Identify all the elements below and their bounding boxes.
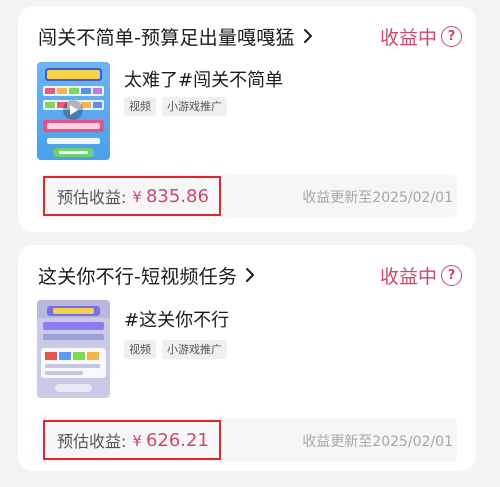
task-description: 太难了#闯关不简单 — [124, 70, 284, 91]
tag-video: 视频 — [124, 97, 156, 116]
income-label: 预估收益: — [57, 188, 127, 207]
estimated-income: 预估收益: ¥835.86 — [43, 176, 221, 216]
chevron-right-icon[interactable] — [303, 28, 313, 44]
chevron-right-icon[interactable] — [245, 267, 255, 283]
estimated-income: 预估收益: ¥626.21 — [43, 420, 221, 460]
game-thumbnail[interactable] — [37, 300, 110, 398]
tag-list: 视频 小游戏推广 — [124, 97, 227, 116]
update-time: 收益更新至2025/02/01 — [302, 190, 453, 206]
task-header[interactable]: 闯关不简单-预算足出量嘎嘎猛 收益中 ? — [38, 20, 462, 52]
question-circle-icon[interactable]: ? — [441, 264, 462, 286]
income-label: 预估收益: — [57, 432, 127, 451]
task-header[interactable]: 这关你不行-短视频任务 收益中 ? — [38, 259, 462, 291]
status-text: 收益中 — [379, 26, 437, 49]
currency-symbol: ¥ — [132, 431, 142, 450]
task-description: #这关你不行 — [124, 310, 230, 331]
status-text: 收益中 — [379, 265, 437, 288]
income-amount: 626.21 — [145, 429, 209, 451]
tag-video: 视频 — [124, 340, 156, 359]
status-badge: 收益中 ? — [380, 23, 462, 50]
currency-symbol: ¥ — [132, 187, 142, 206]
task-title[interactable]: 这关你不行-短视频任务 — [38, 262, 237, 289]
play-icon — [63, 100, 83, 120]
task-title[interactable]: 闯关不简单-预算足出量嘎嘎猛 — [38, 23, 295, 50]
game-thumbnail[interactable] — [37, 62, 110, 160]
question-circle-icon[interactable]: ? — [441, 25, 462, 47]
income-amount: 835.86 — [145, 185, 209, 207]
task-card[interactable]: 这关你不行-短视频任务 收益中 ? #这关你不行 视频 小游戏推广 预估收益: … — [18, 245, 476, 471]
task-card[interactable]: 闯关不简单-预算足出量嘎嘎猛 收益中 ? 太难了#闯关不简单 视频 小游戏推广 … — [18, 6, 476, 232]
tag-minigame-promo: 小游戏推广 — [162, 340, 227, 359]
status-badge: 收益中 ? — [380, 262, 462, 289]
income-row: 预估收益: ¥835.86 收益更新至2025/02/01 — [39, 174, 457, 218]
tag-minigame-promo: 小游戏推广 — [162, 97, 227, 116]
update-time: 收益更新至2025/02/01 — [302, 434, 453, 450]
income-value: ¥626.21 — [132, 430, 209, 451]
income-row: 预估收益: ¥626.21 收益更新至2025/02/01 — [39, 418, 457, 462]
tag-list: 视频 小游戏推广 — [124, 340, 227, 359]
income-value: ¥835.86 — [132, 186, 209, 207]
